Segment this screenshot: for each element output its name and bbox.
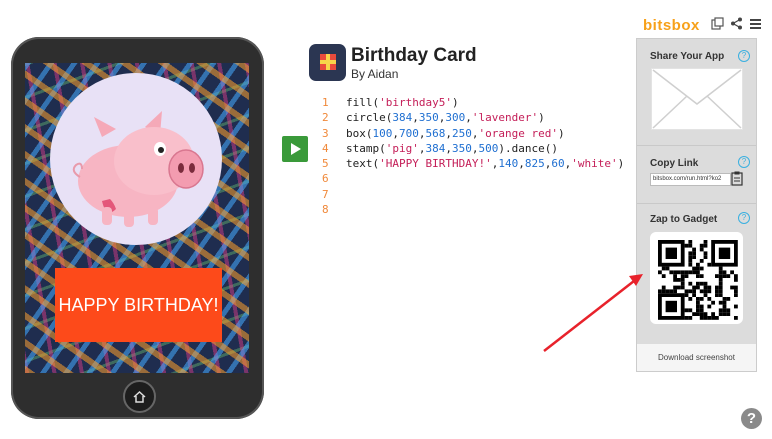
birthday-text: HAPPY BIRTHDAY! bbox=[58, 294, 219, 315]
share-icon[interactable] bbox=[729, 17, 743, 31]
run-button[interactable] bbox=[282, 136, 308, 162]
pig-stamp bbox=[72, 111, 204, 227]
device-preview: HAPPY BIRTHDAY! bbox=[11, 37, 264, 419]
clipboard-icon[interactable] bbox=[731, 171, 743, 186]
download-label: Download screenshot bbox=[658, 353, 735, 362]
line-number: 2 bbox=[322, 111, 329, 125]
home-icon bbox=[133, 390, 146, 403]
line-number: 8 bbox=[322, 203, 329, 217]
share-link-field[interactable]: bitsbox.com/run.html?ko2 bbox=[650, 173, 731, 186]
menu-icon[interactable] bbox=[748, 17, 762, 31]
copy-help-icon[interactable]: ? bbox=[738, 156, 750, 168]
code-line[interactable]: 5 text('HAPPY BIRTHDAY!',140,825,60,'whit… bbox=[322, 156, 624, 171]
home-button[interactable] bbox=[123, 380, 156, 413]
envelope-icon bbox=[651, 68, 743, 130]
app-thumbnail bbox=[309, 44, 346, 81]
code-text: circle(384,350,300,'lavender') bbox=[346, 111, 545, 125]
line-number: 4 bbox=[322, 141, 329, 155]
share-help-icon[interactable]: ? bbox=[738, 50, 750, 62]
share-panel: Share Your App ? Copy Link ? bitsbox.com… bbox=[636, 38, 757, 372]
code-line[interactable]: 1 fill('birthday5') bbox=[322, 95, 624, 110]
copy-link-title: Copy Link bbox=[650, 158, 699, 169]
code-text: box(100,700,568,250,'orange red') bbox=[346, 126, 565, 140]
zap-title: Zap to Gadget bbox=[650, 214, 718, 225]
app-screen[interactable]: HAPPY BIRTHDAY! bbox=[25, 63, 249, 373]
app-author: By Aidan bbox=[351, 67, 399, 81]
code-line[interactable]: 3 box(100,700,568,250,'orange red') bbox=[322, 126, 624, 141]
line-number: 1 bbox=[322, 96, 329, 109]
code-text: fill('birthday5') bbox=[346, 96, 459, 109]
email-button[interactable] bbox=[651, 68, 743, 130]
line-number: 3 bbox=[322, 126, 329, 140]
play-icon bbox=[291, 143, 301, 155]
code-editor[interactable]: 1 fill('birthday5') 2 circle(384,350,300,'l… bbox=[322, 95, 624, 217]
code-text: text('HAPPY BIRTHDAY!',140,825,60,'white… bbox=[346, 157, 625, 171]
help-button[interactable]: ? bbox=[741, 408, 762, 429]
qr-code-icon bbox=[658, 240, 738, 320]
app-title: Birthday Card bbox=[351, 45, 477, 66]
line-number: 7 bbox=[322, 187, 329, 201]
lavender-circle bbox=[50, 73, 222, 245]
code-text: stamp('pig',384,350,500).dance() bbox=[346, 141, 558, 155]
qr-code-card[interactable] bbox=[650, 232, 743, 324]
bitsbox-logo[interactable]: bitsbox bbox=[643, 17, 700, 34]
zap-help-icon[interactable]: ? bbox=[738, 212, 750, 224]
code-line[interactable]: 4 stamp('pig',384,350,500).dance() bbox=[322, 141, 624, 156]
code-line[interactable]: 2 circle(384,350,300,'lavender') bbox=[322, 110, 624, 125]
copy-icon[interactable] bbox=[710, 17, 724, 31]
code-line[interactable]: 8 bbox=[322, 202, 624, 217]
birthday-box: HAPPY BIRTHDAY! bbox=[55, 268, 222, 342]
download-screenshot-button[interactable]: Download screenshot bbox=[637, 344, 756, 371]
line-number: 5 bbox=[322, 157, 329, 171]
line-number: 6 bbox=[322, 172, 329, 186]
code-line[interactable]: 7 bbox=[322, 187, 624, 202]
share-title: Share Your App bbox=[650, 51, 725, 62]
code-line[interactable]: 6 bbox=[322, 171, 624, 186]
